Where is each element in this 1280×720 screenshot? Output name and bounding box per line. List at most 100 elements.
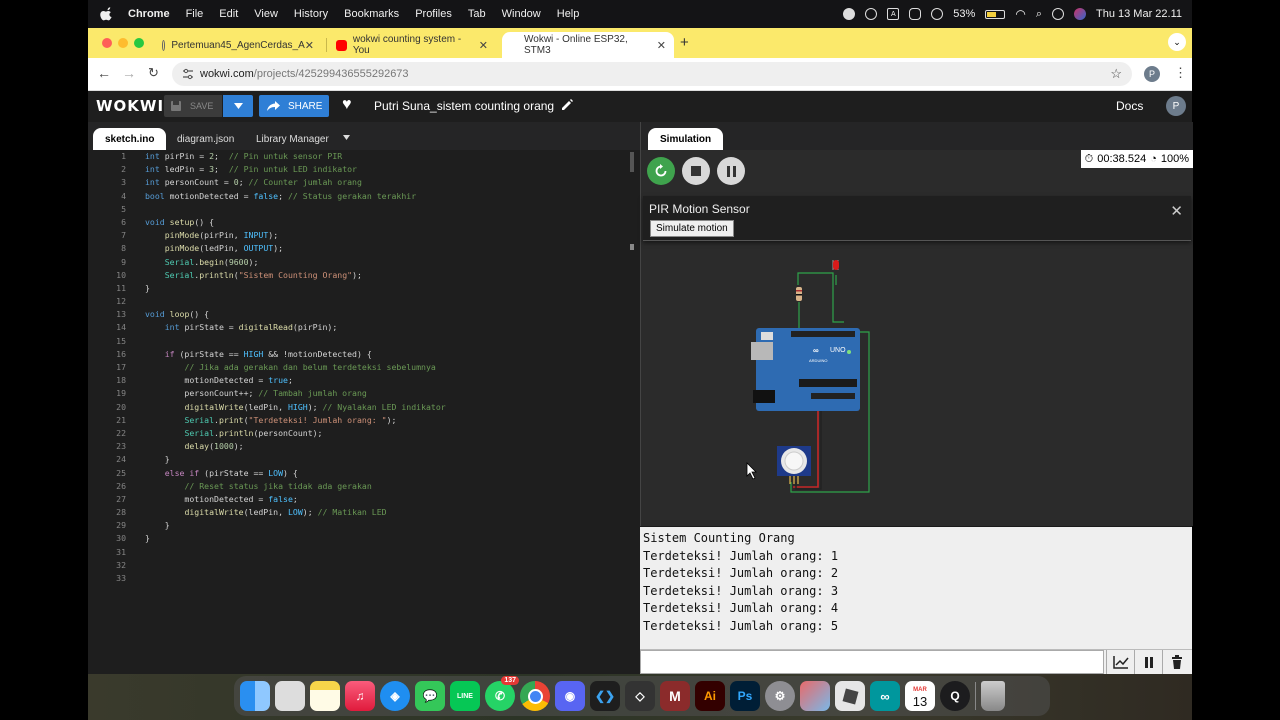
code-line[interactable]: 25 else if (pirState == LOW) { (88, 467, 640, 480)
control-center-icon[interactable] (1051, 8, 1064, 20)
stop-simulation-button[interactable] (682, 157, 710, 185)
code-line[interactable]: 13 void loop() { (88, 308, 640, 321)
code-line[interactable]: 30} (88, 532, 640, 545)
code-text[interactable]: delay(1000); (145, 440, 243, 453)
code-line[interactable]: 7 pinMode(pirPin, INPUT); (88, 229, 640, 242)
code-text[interactable]: // Jika ada gerakan dan belum terdeteksi… (145, 361, 435, 374)
more-menu-icon[interactable]: ⋮ (1174, 65, 1187, 81)
code-text[interactable]: digitalWrite(ledPin, HIGH); // Nyalakan … (145, 401, 445, 414)
edit-pencil-icon[interactable] (560, 98, 574, 112)
menu-view[interactable]: View (254, 8, 278, 20)
menu-profiles[interactable]: Profiles (415, 8, 452, 20)
code-text[interactable]: int pirPin = 2; // Pin untuk sensor PIR (145, 150, 342, 163)
bookmark-star-icon[interactable]: ☆ (1110, 66, 1122, 82)
code-line[interactable]: 23 delay(1000); (88, 440, 640, 453)
apple-icon[interactable] (100, 7, 114, 21)
resistor[interactable] (796, 287, 802, 301)
code-line[interactable]: 22 Serial.println(personCount); (88, 427, 640, 440)
code-text[interactable]: void loop() { (145, 308, 209, 321)
profile-avatar[interactable]: P (1144, 66, 1160, 82)
code-line[interactable]: 2 int ledPin = 3; // Pin untuk LED indika… (88, 163, 640, 176)
code-line[interactable]: 27 motionDetected = false; (88, 493, 640, 506)
pause-serial-button[interactable] (1134, 650, 1163, 674)
arduino-uno-board[interactable]: ∞ UNO ARDUINO (751, 328, 860, 411)
tabs-overflow-caret-icon[interactable] (343, 135, 350, 140)
user-avatar[interactable]: P (1166, 96, 1186, 116)
plotter-button[interactable] (1106, 650, 1135, 674)
reload-icon[interactable]: ↻ (148, 65, 159, 81)
code-text[interactable]: int ledPin = 3; // Pin untuk LED indikat… (145, 163, 357, 176)
pause-simulation-button[interactable] (717, 157, 745, 185)
code-text[interactable]: void setup() { (145, 216, 214, 229)
code-line[interactable]: 26 // Reset status jika tidak ada geraka… (88, 480, 640, 493)
code-line[interactable]: 28 digitalWrite(ledPin, LOW); // Matikan… (88, 506, 640, 519)
heart-icon[interactable]: ♥ (342, 96, 352, 114)
photoshop-icon[interactable]: Ps (730, 681, 760, 711)
code-text[interactable]: Serial.println("Sistem Counting Orang"); (145, 269, 362, 282)
illustrator-icon[interactable]: Ai (695, 681, 725, 711)
code-line[interactable]: 3 int personCount = 0; // Counter jumlah … (88, 176, 640, 189)
code-text[interactable]: } (145, 282, 150, 295)
code-line[interactable]: 5 (88, 203, 640, 216)
back-icon[interactable]: ← (97, 65, 111, 81)
tab-simulation[interactable]: Simulation (648, 128, 724, 150)
safari-icon[interactable]: ◈ (380, 681, 410, 711)
tab-sketch-ino[interactable]: sketch.ino (93, 128, 167, 150)
code-text[interactable]: motionDetected = false; (145, 493, 297, 506)
code-text[interactable]: // Reset status jika tidak ada gerakan (145, 480, 371, 493)
record-icon[interactable] (843, 8, 856, 20)
code-line[interactable]: 16 if (pirState == HIGH && !motionDetect… (88, 348, 640, 361)
iphone-mirroring-icon[interactable] (800, 681, 830, 711)
code-line[interactable]: 20 digitalWrite(ledPin, HIGH); // Nyalak… (88, 401, 640, 414)
system-settings-icon[interactable]: ⚙ (765, 681, 795, 711)
save-dropdown-button[interactable] (223, 95, 253, 117)
code-text[interactable]: int pirState = digitalRead(pirPin); (145, 321, 338, 334)
wire-led-green[interactable] (797, 272, 844, 323)
simulate-motion-button[interactable]: Simulate motion (650, 220, 734, 237)
mendeley-icon[interactable]: M (660, 681, 690, 711)
code-line[interactable]: 1 int pirPin = 2; // Pin untuk sensor PIR (88, 150, 640, 163)
close-window-icon[interactable] (102, 38, 112, 48)
play-icon[interactable] (931, 8, 944, 20)
save-button[interactable]: SAVE (164, 95, 222, 117)
share-button[interactable]: SHARE (259, 95, 329, 117)
menu-edit[interactable]: Edit (219, 8, 238, 20)
code-text[interactable]: motionDetected = true; (145, 374, 292, 387)
battery-icon[interactable] (985, 9, 1006, 19)
code-line[interactable]: 11} (88, 282, 640, 295)
code-text[interactable]: Serial.print("Terdeteksi! Jumlah orang: … (145, 414, 396, 427)
editor-scrollbar[interactable] (630, 152, 634, 172)
roblox-icon[interactable] (835, 681, 865, 711)
new-tab-icon[interactable]: + (680, 34, 689, 51)
clear-serial-button[interactable] (1162, 650, 1191, 674)
tab-library-manager[interactable]: Library Manager (244, 128, 341, 150)
menu-tab[interactable]: Tab (468, 8, 486, 20)
tab-search-chevron-icon[interactable]: ⌄ (1168, 33, 1186, 51)
menubar-datetime[interactable]: Thu 13 Mar 22.11 (1096, 8, 1182, 20)
input-source-icon[interactable]: A (887, 8, 900, 20)
led-red[interactable] (832, 260, 839, 270)
calendar-icon[interactable]: MAR 13 (905, 681, 935, 711)
browser-tab-youtube[interactable]: wokwi counting system - You ✕ (328, 32, 496, 58)
code-line[interactable]: 17 // Jika ada gerakan dan belum terdete… (88, 361, 640, 374)
menu-file[interactable]: File (186, 8, 204, 20)
code-text[interactable]: pinMode(pirPin, INPUT); (145, 229, 278, 242)
minimize-window-icon[interactable] (118, 38, 128, 48)
code-text[interactable]: int personCount = 0; // Counter jumlah o… (145, 176, 362, 189)
restart-simulation-button[interactable] (647, 157, 675, 185)
menu-app-name[interactable]: Chrome (128, 8, 170, 20)
music-icon[interactable]: ♫ (345, 681, 375, 711)
quicktime-icon[interactable]: Q (940, 681, 970, 711)
code-line[interactable]: 33 (88, 572, 640, 585)
wifi-icon[interactable]: ◠ (1015, 7, 1025, 21)
code-text[interactable]: Serial.println(personCount); (145, 427, 322, 440)
code-line[interactable]: 4 bool motionDetected = false; // Status … (88, 190, 640, 203)
project-title[interactable]: Putri Suna_sistem counting orang (374, 99, 554, 113)
menu-window[interactable]: Window (502, 8, 541, 20)
forward-icon[interactable]: → (122, 65, 136, 81)
creative-cloud-icon[interactable] (865, 8, 878, 20)
pir-sensor[interactable] (777, 446, 811, 484)
code-text[interactable]: } (145, 532, 150, 545)
whatsapp-icon[interactable]: ✆ 137 (485, 676, 519, 711)
code-line[interactable]: 15 (88, 335, 640, 348)
